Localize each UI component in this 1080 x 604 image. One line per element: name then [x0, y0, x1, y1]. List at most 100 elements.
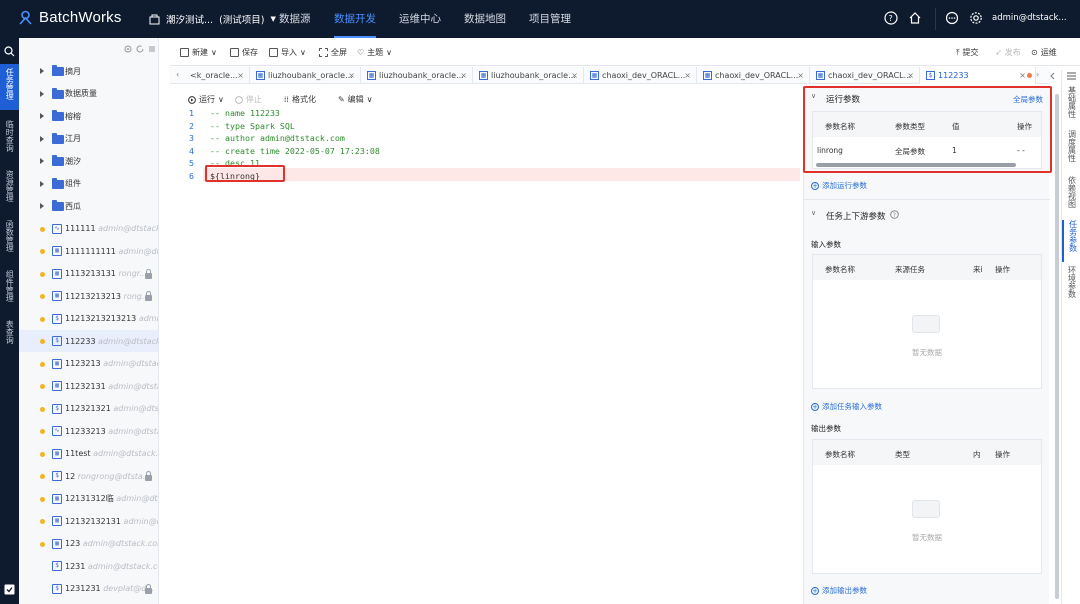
- folder-item[interactable]: 摘月: [19, 60, 158, 82]
- fullscreen-button[interactable]: 全屏: [319, 47, 347, 58]
- tab-basic-props[interactable]: 基础属性: [1062, 86, 1080, 126]
- locate-icon[interactable]: [124, 45, 132, 53]
- task-file-item[interactable]: ▦ 1111111111 admin@dts...: [19, 240, 158, 262]
- task-file-item[interactable]: ∿ 111111 admin@dtstack...: [19, 218, 158, 240]
- panel-scrollbar[interactable]: [1055, 94, 1059, 599]
- theme-button[interactable]: ♡ 主题 ∨: [357, 47, 392, 58]
- close-icon[interactable]: ×: [460, 71, 467, 80]
- editor-tab[interactable]: ▦ liuzhoubank_oracle... ×: [473, 67, 584, 84]
- task-file-item[interactable]: ∿ 11233213 admin@dtsta...: [19, 420, 158, 442]
- add-run-param-button[interactable]: + 添加运行参数: [811, 180, 867, 191]
- tab-scroll-right-icon[interactable]: ›: [1036, 70, 1039, 79]
- close-icon[interactable]: ×: [907, 71, 914, 80]
- settings-gear-icon[interactable]: [969, 11, 983, 25]
- task-file-item[interactable]: ▦ 1113213131 rongr...: [19, 263, 158, 285]
- collapse-icon[interactable]: [4, 584, 15, 595]
- close-icon[interactable]: ×: [237, 71, 244, 80]
- nav-ops-center[interactable]: 运维中心: [399, 11, 441, 26]
- close-icon[interactable]: ×: [571, 71, 578, 80]
- expand-arrow-icon[interactable]: [1049, 72, 1057, 80]
- task-file-item[interactable]: ▦ 123 admin@dtstack.com...: [19, 533, 158, 555]
- caret-right-icon[interactable]: [40, 90, 44, 97]
- nav-datasource[interactable]: 数据源: [279, 11, 311, 26]
- caret-right-icon[interactable]: [40, 203, 44, 209]
- task-file-item[interactable]: $ 11213213213213 admi...: [19, 308, 158, 330]
- menu-icon[interactable]: [1067, 72, 1076, 80]
- close-icon[interactable]: ×: [684, 71, 691, 80]
- folder-item[interactable]: 江月: [19, 128, 158, 150]
- edit-button[interactable]: ✎ 编辑 ∨: [338, 94, 373, 105]
- task-file-item[interactable]: $ 1231 admin@dtstack.co...: [19, 555, 158, 577]
- close-icon[interactable]: ×: [348, 71, 355, 80]
- task-file-item[interactable]: $ 1231231 devplat@d...: [19, 578, 158, 600]
- rail-resource-mgmt[interactable]: 资源管理: [0, 166, 19, 212]
- nav-data-dev[interactable]: 数据开发: [334, 11, 376, 38]
- stop-button[interactable]: 停止: [234, 94, 262, 105]
- rail-temp-query[interactable]: 临时查询: [0, 116, 19, 162]
- editor-tab[interactable]: <k_oracle... ×: [184, 67, 250, 84]
- caret-right-icon[interactable]: [40, 180, 44, 187]
- project-selector[interactable]: 潮汐测试... (测试项目) ▼: [149, 12, 276, 26]
- tab-schedule-props[interactable]: 调度属性: [1062, 130, 1080, 172]
- collapse-chevron-icon[interactable]: ∨: [811, 209, 816, 217]
- help-circle-icon[interactable]: ?: [890, 210, 899, 219]
- editor-tab[interactable]: ▦ liuzhoubank_oracle... ×: [361, 67, 473, 84]
- tab-scroll-left-icon[interactable]: ‹: [176, 70, 179, 79]
- rail-table-query[interactable]: 表查询: [0, 316, 19, 352]
- editor-tab[interactable]: ▦ chaoxi_dev_ORACL... ×: [810, 67, 920, 84]
- editor-tab[interactable]: ▦ chaoxi_dev_ORACL... ×: [584, 67, 697, 84]
- task-file-item[interactable]: ▦ 11213213213 rong...: [19, 285, 158, 307]
- nav-project-mgmt[interactable]: 项目管理: [529, 11, 571, 26]
- close-icon[interactable]: ×: [1019, 71, 1026, 80]
- editor-tab[interactable]: ▦ chaoxi_dev_ORACL... ×: [697, 67, 810, 84]
- folder-item[interactable]: 组件: [19, 173, 158, 195]
- format-button[interactable]: ⁞⁞ 格式化: [284, 94, 316, 105]
- task-file-item[interactable]: $ 12 rongrong@dtsta...: [19, 465, 158, 487]
- rail-component-mgmt[interactable]: 组件管理: [0, 266, 19, 312]
- grid-task-icon: ▦: [52, 538, 62, 549]
- submit-button[interactable]: ⤒ 提交: [956, 47, 979, 58]
- new-button[interactable]: 新建 ∨: [180, 47, 217, 58]
- task-file-item[interactable]: ▦ 1123213 admin@dtstac...: [19, 353, 158, 375]
- folder-item[interactable]: 数据质量: [19, 83, 158, 105]
- tab-env-params[interactable]: 环境参数: [1062, 266, 1080, 308]
- ops-button[interactable]: ⊙ 运维: [1031, 47, 1057, 58]
- app-logo[interactable]: BatchWorks: [18, 9, 122, 26]
- close-icon[interactable]: ×: [797, 71, 804, 80]
- home-icon[interactable]: [908, 11, 922, 25]
- import-button[interactable]: 导入 ∨: [269, 47, 306, 58]
- nav-data-map[interactable]: 数据地图: [464, 11, 506, 26]
- add-output-param-button[interactable]: + 添加输出参数: [811, 585, 867, 596]
- editor-tab[interactable]: $112233 ×: [920, 67, 1036, 84]
- user-account[interactable]: admin@dtstack...: [992, 13, 1067, 23]
- publish-button[interactable]: ➶ 发布: [995, 47, 1021, 58]
- task-file-item[interactable]: ▦ 11test admin@dtstack.c...: [19, 443, 158, 465]
- folder-item[interactable]: 潮汐: [19, 150, 158, 172]
- task-file-item[interactable]: ▦ 12132132131 admin@d...: [19, 510, 158, 532]
- run-button[interactable]: 运行 ∨: [188, 94, 224, 105]
- input-params-title: 输入参数: [811, 240, 841, 249]
- save-button[interactable]: 保存: [230, 47, 258, 58]
- tab-dependency-view[interactable]: 依赖视图: [1062, 176, 1080, 218]
- task-file-item[interactable]: $ 112321321 admin@dtst...: [19, 398, 158, 420]
- list-icon[interactable]: [148, 45, 156, 53]
- search-icon[interactable]: [4, 46, 15, 57]
- tab-task-params[interactable]: 任务参数: [1062, 220, 1080, 262]
- add-input-param-button[interactable]: + 添加任务输入参数: [811, 401, 882, 412]
- caret-right-icon[interactable]: [40, 135, 44, 142]
- editor-tab[interactable]: ▦ liuzhoubank_oracle... ×: [250, 67, 361, 84]
- task-file-item[interactable]: ▦ 11232131 admin@dtsta...: [19, 375, 158, 397]
- caret-right-icon[interactable]: [40, 68, 44, 74]
- folder-item[interactable]: 榕榕: [19, 105, 158, 127]
- task-name: 112321321: [65, 404, 111, 413]
- rail-function-mgmt[interactable]: 函数管理: [0, 216, 19, 262]
- caret-right-icon[interactable]: [40, 113, 44, 119]
- task-file-item[interactable]: $ 112233 admin@dtstack...: [19, 330, 158, 352]
- refresh-icon[interactable]: [136, 45, 144, 53]
- rail-task-mgmt[interactable]: 任务管理: [0, 64, 19, 110]
- caret-right-icon[interactable]: [40, 158, 44, 164]
- help-icon[interactable]: ?: [884, 11, 898, 25]
- folder-item[interactable]: 西瓜: [19, 195, 158, 217]
- task-file-item[interactable]: ▦ 12131312临 admin@dts...: [19, 488, 158, 510]
- message-icon[interactable]: [945, 11, 959, 25]
